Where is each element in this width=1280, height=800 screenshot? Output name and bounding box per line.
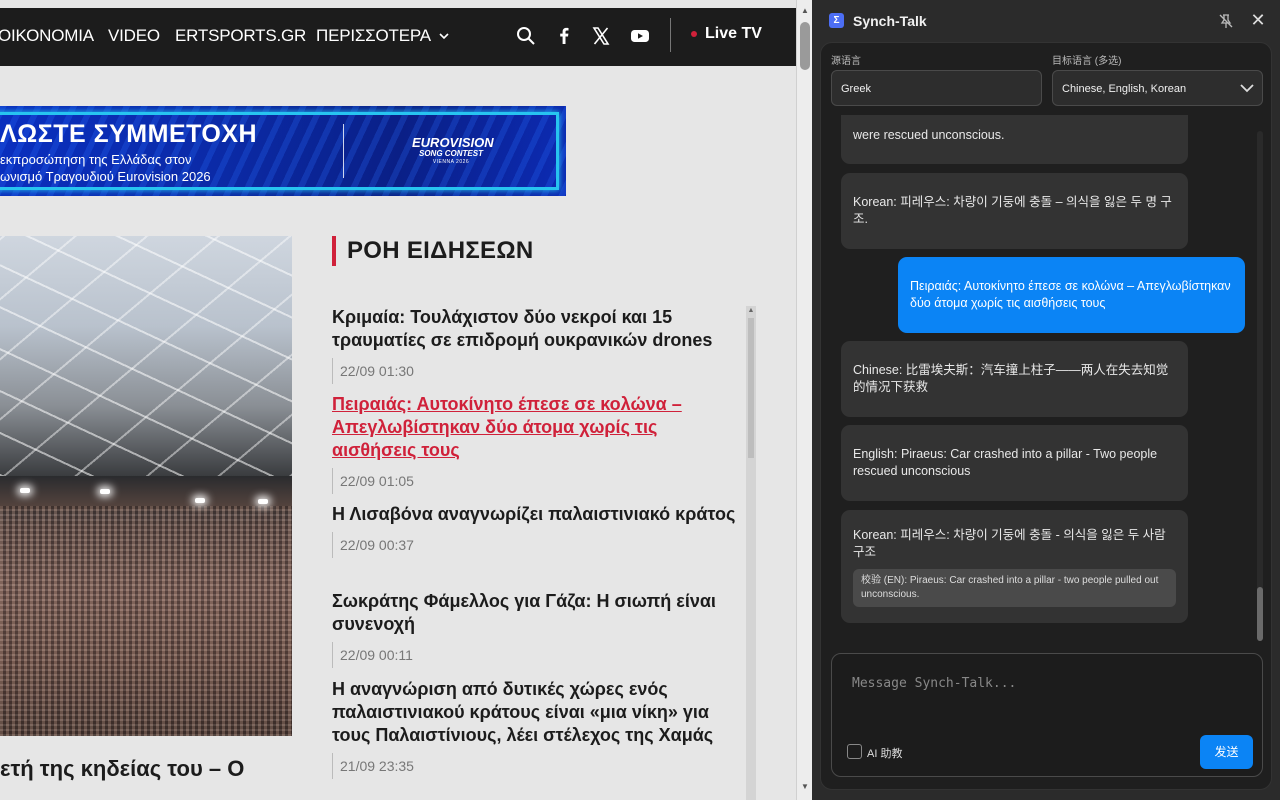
- x-twitter-icon[interactable]: [590, 25, 612, 47]
- feed-title-accent: [332, 236, 336, 266]
- stadium-photo[interactable]: [0, 236, 292, 736]
- message-text: Πειραιάς: Αυτοκίνητο έπεσε σε κολώνα – Α…: [910, 279, 1231, 310]
- message-bubble: English: Piraeus: Car crashed into a pil…: [841, 425, 1188, 501]
- nav-item-oikonomia[interactable]: ΟΙΚΟΝΟΜΙΑ: [0, 26, 94, 46]
- page-scrollbar[interactable]: ▲ ▼: [796, 0, 812, 800]
- message-composer: Message Synch-Talk... AI 助教 发送: [831, 653, 1263, 777]
- message-text: Chinese: 比雷埃夫斯：汽车撞上柱子——两人在失去知觉的情况下获救: [853, 363, 1169, 394]
- send-button[interactable]: 发送: [1200, 735, 1253, 769]
- feed-scrollbar[interactable]: ▲: [746, 306, 756, 800]
- scroll-up-arrow-icon[interactable]: ▲: [746, 306, 756, 316]
- live-dot-icon: [691, 31, 697, 37]
- app-logo-icon: Σ: [829, 13, 844, 28]
- message-bubble: Korean: 피레우스: 차량이 기둥에 충돌 – 의식을 잃은 두 명 구조…: [841, 173, 1188, 249]
- news-site: ΟΙΚΟΝΟΜΙΑ VIDEO ERTSPORTS.GR ΠΕΡΙΣΣΟΤΕΡΑ…: [0, 0, 796, 800]
- panel-body: 源语言 Greek 目标语言 (多选) Chinese, English, Ko…: [820, 42, 1272, 790]
- source-language-label: 源语言: [831, 56, 861, 67]
- site-navbar: ΟΙΚΟΝΟΜΙΑ VIDEO ERTSPORTS.GR ΠΕΡΙΣΣΟΤΕΡΑ…: [0, 8, 796, 66]
- synch-talk-panel: Σ Synch-Talk ✕ 源语言 Greek 目标语言 (多选) Chine…: [812, 0, 1280, 800]
- chevron-down-icon: [439, 33, 450, 40]
- source-language-input[interactable]: Greek: [831, 70, 1042, 106]
- news-item[interactable]: Η αναγνώριση από δυτικές χώρες ενός παλα…: [332, 678, 737, 779]
- nav-item-more[interactable]: ΠΕΡΙΣΣΟΤΕΡΑ: [316, 26, 450, 46]
- scroll-up-arrow-icon[interactable]: ▲: [797, 4, 813, 18]
- banner-separator: [343, 124, 344, 178]
- news-item-time: 22/09 01:05: [332, 468, 737, 494]
- eurovision-logo: EUROVISION SONG CONTEST VIENNA 2026: [412, 135, 494, 165]
- nav-item-video[interactable]: VIDEO: [108, 26, 160, 46]
- panel-title: Synch-Talk: [853, 13, 927, 29]
- nav-divider: [670, 18, 671, 52]
- news-item-title[interactable]: Σωκράτης Φάμελλος για Γάζα: Η σιωπή είνα…: [332, 590, 737, 636]
- news-item[interactable]: Κριμαία: Τουλάχιστον δύο νεκροί και 15 τ…: [332, 306, 737, 384]
- news-item[interactable]: Πειραιάς: Αυτοκίνητο έπεσε σε κολώνα – Α…: [332, 393, 737, 494]
- news-feed-title: ΡΟΗ ΕΙΔΗΣΕΩΝ: [347, 237, 534, 264]
- live-tv-link[interactable]: Live TV: [705, 25, 762, 43]
- target-language-select[interactable]: Chinese, English, Korean: [1052, 70, 1263, 106]
- user-message-bubble: Πειραιάς: Αυτοκίνητο έπεσε σε κολώνα – Α…: [898, 257, 1245, 333]
- message-text: Korean: 피레우스: 차량이 기둥에 충돌 – 의식을 잃은 두 명 구조…: [853, 195, 1172, 226]
- close-icon[interactable]: ✕: [1249, 11, 1267, 29]
- page-scrollbar-thumb[interactable]: [800, 22, 810, 70]
- eurovision-banner[interactable]: ΛΩΣΤΕ ΣΥΜΜΕΤΟΧΗ εκπροσώπηση της Ελλάδας …: [0, 106, 566, 196]
- search-icon[interactable]: [515, 25, 537, 47]
- ai-assist-label[interactable]: AI 助教: [867, 745, 902, 761]
- message-input[interactable]: Message Synch-Talk...: [852, 676, 1016, 691]
- news-item-time: 22/09 01:30: [332, 358, 737, 384]
- message-bubble: were rescued unconscious.: [841, 115, 1188, 164]
- youtube-icon[interactable]: [629, 25, 651, 47]
- message-text: Korean: 피레우스: 차량이 기둥에 충돌 - 의식을 잃은 두 사람 구…: [853, 527, 1166, 559]
- news-item-title[interactable]: Πειραιάς: Αυτοκίνητο έπεσε σε κολώνα – Α…: [332, 393, 737, 462]
- article-caption[interactable]: ετή της κηδείας του – Ο: [0, 756, 244, 782]
- message-text: English: Piraeus: Car crashed into a pil…: [853, 447, 1158, 478]
- feed-scrollbar-thumb[interactable]: [748, 318, 754, 458]
- ai-assist-checkbox[interactable]: [847, 744, 862, 759]
- banner-text-line2: ωνισμό Τραγουδιού Eurovision 2026: [0, 169, 211, 184]
- target-language-value: Chinese, English, Korean: [1062, 83, 1187, 95]
- chat-scrollbar[interactable]: [1257, 131, 1263, 641]
- news-item-time: 22/09 00:11: [332, 642, 737, 668]
- panel-bottom-edge: [812, 790, 1280, 800]
- message-bubble: Korean: 피레우스: 차량이 기둥에 충돌 - 의식을 잃은 두 사람 구…: [841, 510, 1188, 623]
- facebook-icon[interactable]: [553, 25, 575, 47]
- scroll-down-arrow-icon[interactable]: ▼: [797, 780, 813, 794]
- message-bubble: Chinese: 比雷埃夫斯：汽车撞上柱子——两人在失去知觉的情况下获救: [841, 341, 1188, 417]
- banner-headline: ΛΩΣΤΕ ΣΥΜΜΕΤΟΧΗ: [0, 120, 258, 148]
- message-text: were rescued unconscious.: [853, 128, 1005, 142]
- unpin-icon[interactable]: [1217, 12, 1235, 30]
- top-strip: [0, 0, 796, 8]
- nav-item-more-label: ΠΕΡΙΣΣΟΤΕΡΑ: [316, 26, 430, 45]
- chevron-down-icon: [1240, 84, 1254, 93]
- news-item-title[interactable]: Κριμαία: Τουλάχιστον δύο νεκροί και 15 τ…: [332, 306, 737, 352]
- news-item-time: 21/09 23:35: [332, 753, 737, 779]
- news-item-time: 22/09 00:37: [332, 532, 737, 558]
- verification-note: 校验 (EN): Piraeus: Car crashed into a pil…: [853, 568, 1176, 607]
- nav-item-ertsports[interactable]: ERTSPORTS.GR: [175, 26, 306, 46]
- news-item-title[interactable]: Η Λισαβόνα αναγνωρίζει παλαιστινιακό κρά…: [332, 503, 737, 526]
- banner-text-line1: εκπροσώπηση της Ελλάδας στον: [0, 152, 192, 167]
- news-item[interactable]: Σωκράτης Φάμελλος για Γάζα: Η σιωπή είνα…: [332, 590, 737, 668]
- panel-header: Σ Synch-Talk ✕: [812, 0, 1280, 42]
- chat-scrollbar-thumb[interactable]: [1257, 587, 1263, 641]
- target-language-label: 目标语言 (多选): [1052, 56, 1122, 67]
- news-item-title[interactable]: Η αναγνώριση από δυτικές χώρες ενός παλα…: [332, 678, 737, 747]
- chat-history[interactable]: were rescued unconscious. Korean: 피레우스: …: [821, 115, 1261, 655]
- news-item[interactable]: Η Λισαβόνα αναγνωρίζει παλαιστινιακό κρά…: [332, 503, 737, 558]
